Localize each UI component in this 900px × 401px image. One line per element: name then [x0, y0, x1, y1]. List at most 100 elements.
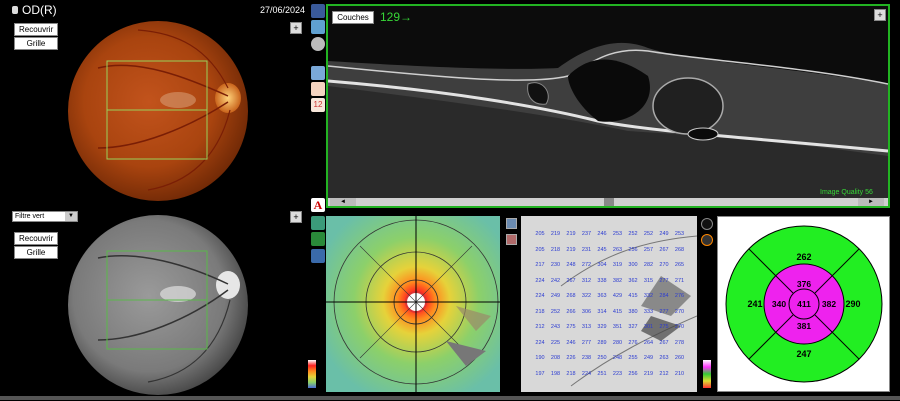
grid-value: 315 — [643, 277, 654, 284]
bottom-scrollbar[interactable] — [0, 396, 900, 400]
ring-icon-selected[interactable] — [701, 234, 713, 246]
grid-value: 304 — [597, 262, 607, 268]
grid-value: 253 — [674, 231, 685, 237]
eye-label: OD(R) — [22, 3, 57, 17]
expand-icon[interactable]: + — [290, 211, 302, 223]
measure-tool-icon[interactable] — [311, 82, 325, 96]
grid-value: 268 — [674, 246, 685, 253]
etdrs-inner-left: 340 — [772, 299, 786, 309]
thickness-colormap — [326, 216, 500, 392]
etdrs-chart: 262 241 290 247 376 340 382 381 411 — [725, 225, 883, 383]
thickness-colormap-panel — [326, 216, 500, 392]
grid-value: 329 — [597, 324, 607, 330]
filter-select[interactable]: Filtre vert ▼ — [12, 211, 78, 222]
grid-value: 224 — [535, 277, 545, 284]
grid-value: 276 — [628, 339, 638, 346]
grid-value: 268 — [566, 293, 576, 299]
grid-value: 237 — [581, 231, 592, 237]
grid-value: 327 — [628, 324, 638, 330]
grid-value: 255 — [628, 355, 638, 361]
slice-number: 129→ — [380, 10, 413, 24]
oct-bscan-panel: Couches 129→ + Image Quality 56 ◄ ► — [326, 4, 890, 208]
grid-value: 312 — [581, 277, 592, 284]
settings-tool-icon[interactable] — [311, 37, 325, 51]
etdrs-outer-bottom: 247 — [796, 349, 811, 359]
layers-button[interactable]: Couches — [332, 11, 374, 24]
annotate-tool-icon[interactable]: A — [311, 198, 325, 212]
overlay-button-redfree[interactable]: Recouvrir — [14, 232, 58, 245]
grid-value: 219 — [566, 231, 576, 237]
grid-value: 264 — [643, 339, 654, 346]
grid-value: 265 — [674, 262, 685, 268]
grid-value: 278 — [674, 339, 685, 346]
grid-value: 242 — [550, 277, 561, 284]
grid-value: 267 — [659, 339, 669, 346]
stack-tool-icon[interactable] — [311, 66, 325, 80]
grid-button-color[interactable]: Grille — [14, 37, 58, 50]
grid-value: 210 — [674, 370, 685, 377]
grid-value: 429 — [612, 293, 623, 299]
grid-value: 257 — [643, 246, 654, 253]
grid-value: 217 — [535, 262, 545, 268]
grid-value: 225 — [550, 339, 561, 346]
filter-select-value: Filtre vert — [15, 213, 45, 220]
number-tool-icon[interactable]: 12 — [311, 98, 325, 112]
overlay-button-color[interactable]: Recouvrir — [14, 23, 58, 36]
colormap-legend — [308, 360, 316, 388]
etdrs-outer-right: 290 — [845, 299, 860, 309]
expand-icon[interactable]: + — [874, 9, 886, 21]
grid-value: 263 — [612, 246, 623, 253]
etdrs-outer-left: 241 — [747, 299, 762, 309]
expand-icon[interactable]: + — [290, 22, 302, 34]
etdrs-outer-top: 262 — [796, 252, 811, 262]
grid-value: 212 — [659, 370, 669, 377]
ring-icon[interactable] — [701, 218, 713, 230]
grid-value: 248 — [612, 355, 623, 361]
grid-value: 205 — [535, 246, 545, 253]
grid-value: 415 — [612, 308, 623, 315]
map-blue-tool-icon[interactable] — [311, 249, 325, 263]
grid-value: 226 — [566, 355, 576, 361]
grid-value: 314 — [597, 308, 607, 315]
grid-value: 260 — [674, 355, 685, 361]
grid-value: 380 — [628, 308, 638, 315]
grid-value: 249 — [659, 231, 669, 237]
grid-value: 224 — [581, 370, 592, 377]
grid-value: 219 — [550, 231, 561, 237]
grid-value: 218 — [550, 246, 561, 253]
etdrs-inner-right: 382 — [822, 299, 836, 309]
grid-value: 263 — [659, 355, 669, 361]
grid-value: 382 — [612, 277, 623, 284]
grid-button-redfree[interactable]: Grille — [14, 246, 58, 259]
grid-value: 243 — [550, 324, 561, 330]
scroll-right-button[interactable]: ► — [858, 198, 884, 206]
grid-value: 224 — [535, 293, 545, 299]
scroll-left-button[interactable]: ◄ — [330, 198, 356, 206]
grid-value: 280 — [612, 339, 623, 346]
grid-value: 205 — [535, 231, 545, 237]
etdrs-inner-bottom: 381 — [797, 321, 811, 331]
grid-value: 415 — [628, 293, 638, 299]
map-tool-icon[interactable] — [311, 216, 325, 230]
layers-tool-icon[interactable] — [311, 4, 325, 18]
grid-value: 248 — [566, 262, 576, 268]
exam-date: 27/06/2024 — [260, 5, 306, 15]
grid-value: 300 — [628, 262, 638, 268]
grid-value: 245 — [597, 246, 607, 253]
grid-value: 275 — [659, 324, 669, 330]
map-green-tool-icon[interactable] — [311, 232, 325, 246]
grid-value: 284 — [659, 293, 669, 299]
grid-icon-b[interactable] — [506, 234, 517, 245]
grid-value: 218 — [566, 370, 576, 377]
compare-tool-icon[interactable] — [311, 20, 325, 34]
grid-value: 270 — [674, 308, 685, 315]
chevron-down-icon: ▼ — [65, 212, 77, 221]
grid-value: 218 — [535, 308, 545, 315]
grid-value: 252 — [643, 231, 654, 237]
grid-value: 332 — [643, 293, 654, 299]
grid-value: 250 — [597, 355, 607, 361]
grid-value: 224 — [535, 339, 545, 346]
grid-icon-a[interactable] — [506, 218, 517, 229]
etdrs-panel: 262 241 290 247 376 340 382 381 411 — [717, 216, 890, 392]
grid-value: 249 — [550, 293, 561, 299]
